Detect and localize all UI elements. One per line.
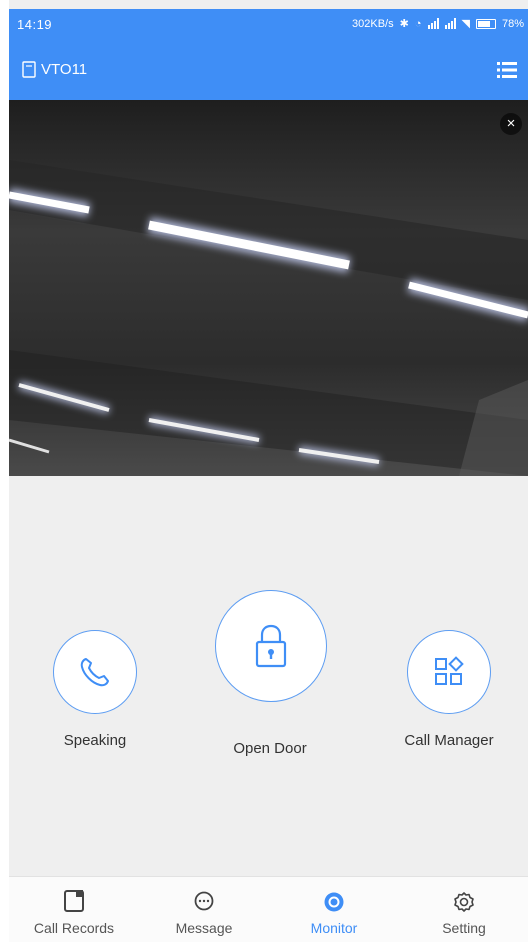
alarm-icon: ◔ — [414, 17, 422, 30]
signal-icon — [427, 18, 439, 29]
monitor-controls: Speaking Open Door Call Manager — [9, 476, 528, 876]
status-time: 14:19 — [17, 17, 53, 32]
status-bar: 14:19 302KB/s ✱ ◔ ◥ 78% — [9, 9, 528, 43]
speaking-button[interactable]: Speaking — [30, 630, 160, 749]
camera-feed-image — [9, 100, 528, 476]
close-video-button[interactable]: × — [500, 113, 522, 135]
message-icon — [194, 891, 214, 911]
call-manager-ring — [407, 630, 491, 714]
open-door-button[interactable]: Open Door — [205, 590, 335, 757]
status-icons: 302KB/s ✱ ◔ ◥ 78% — [352, 17, 524, 31]
tab-message[interactable]: Message — [139, 877, 269, 942]
bluetooth-icon: ✱ — [399, 18, 409, 30]
lock-icon — [255, 624, 287, 668]
net-speed: 302KB/s — [352, 17, 394, 30]
tab-message-label: Message — [175, 920, 233, 936]
device-icon — [22, 61, 36, 78]
setting-icon — [454, 892, 474, 912]
menu-list-icon[interactable] — [496, 59, 518, 81]
apps-grid-icon — [435, 656, 464, 685]
tab-call-records-label: Call Records — [33, 920, 115, 936]
speaking-label: Speaking — [63, 732, 127, 749]
call-records-icon — [64, 890, 84, 912]
battery-icon — [475, 18, 496, 29]
app-bar: VTO11 — [9, 43, 528, 100]
tab-call-records[interactable]: Call Records — [9, 877, 139, 942]
phone-icon — [80, 658, 109, 687]
tab-setting[interactable]: Setting — [399, 877, 528, 942]
tab-setting-label: Setting — [442, 920, 486, 936]
device-title: VTO11 — [21, 61, 87, 78]
speaking-ring — [53, 630, 137, 714]
app-screen: 14:19 302KB/s ✱ ◔ ◥ 78% VTO11 × Speaking… — [9, 0, 528, 942]
call-manager-button[interactable]: Call Manager — [379, 630, 519, 749]
device-name: VTO11 — [41, 61, 88, 78]
open-door-ring — [215, 590, 327, 702]
open-door-label: Open Door — [233, 740, 307, 757]
tab-monitor-label: Monitor — [310, 920, 358, 936]
monitor-icon — [324, 892, 344, 912]
wifi-icon: ◥ — [461, 18, 470, 30]
bottom-navigation: Call Records Message Monitor Setting — [9, 876, 528, 942]
monitor-video[interactable]: × — [9, 100, 528, 476]
call-manager-label: Call Manager — [404, 732, 494, 749]
battery-percent: 78% — [501, 17, 524, 30]
signal-2-icon — [444, 18, 456, 29]
tab-monitor[interactable]: Monitor — [269, 877, 399, 942]
